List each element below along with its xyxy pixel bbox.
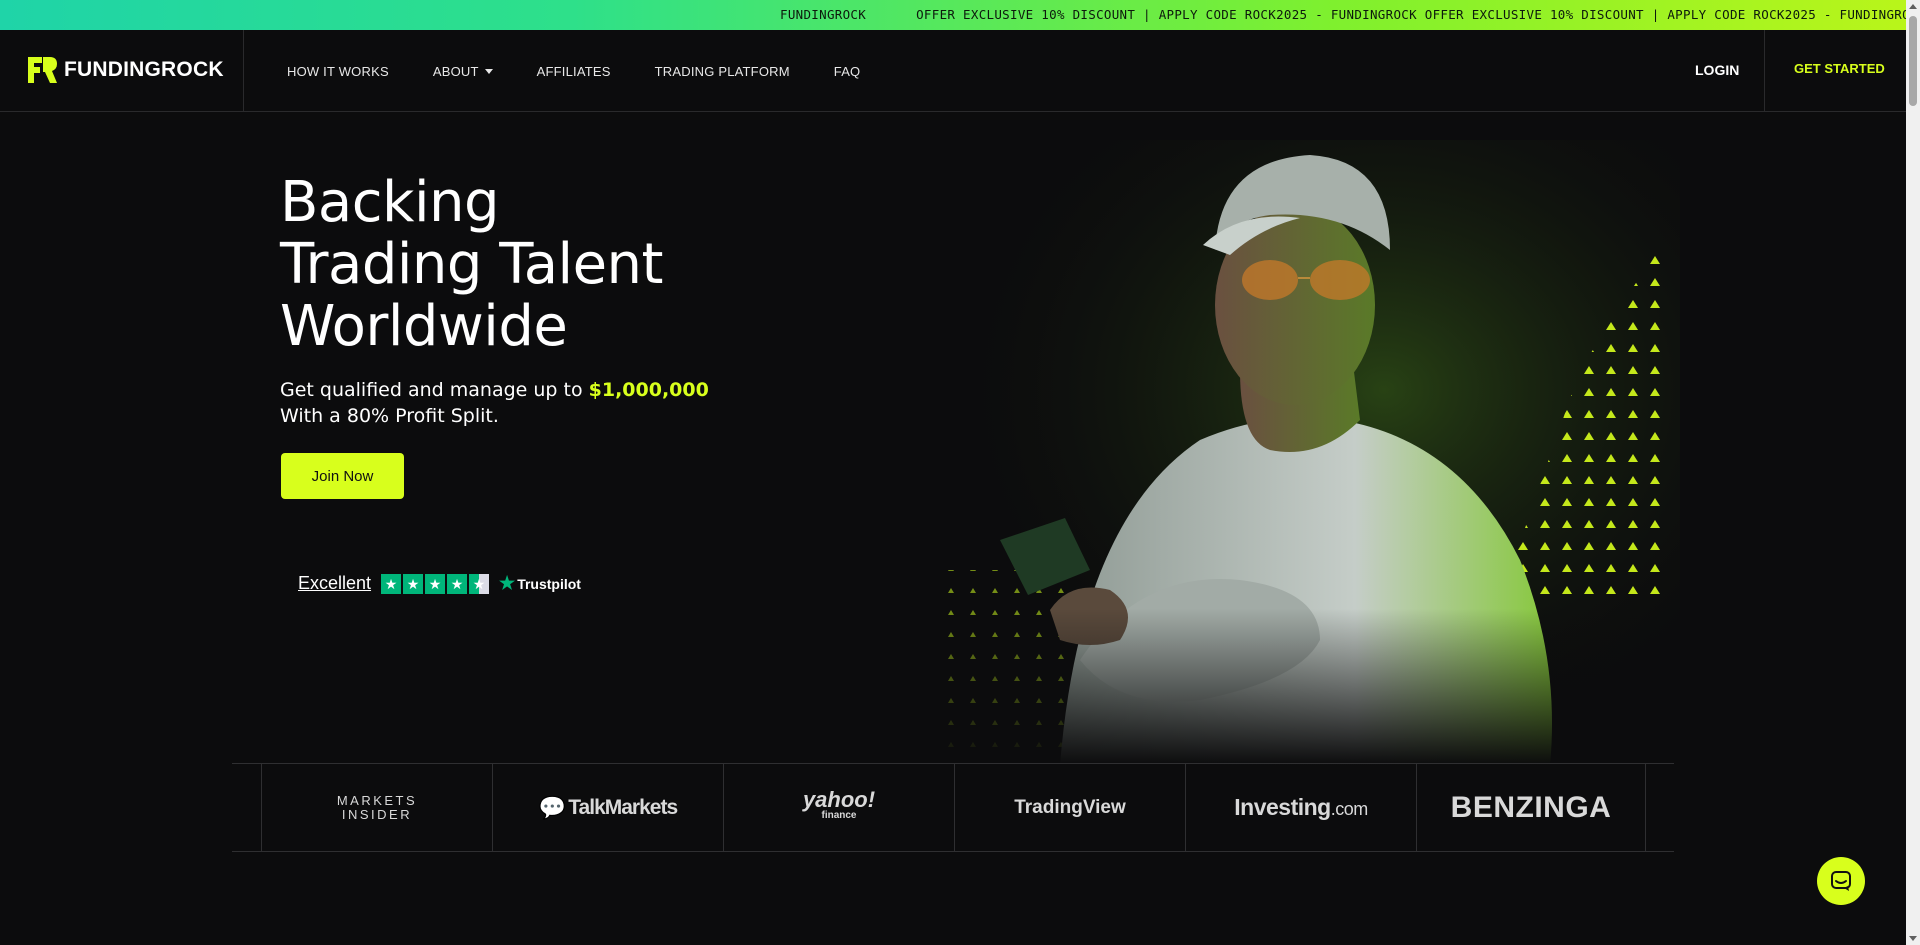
promo-bar[interactable]: FUNDINGROCK OFFER EXCLUSIVE 10% DISCOUNT …	[0, 0, 1906, 30]
press-talkmarkets: 💬 TalkMarkets	[492, 764, 723, 851]
nav-trading-platform[interactable]: TRADING PLATFORM	[655, 64, 790, 79]
star-icon: ★	[447, 573, 468, 594]
brand-name: FUNDINGROCK	[64, 58, 224, 81]
scroll-up-arrow-icon[interactable]	[1909, 4, 1917, 9]
star-icon: ★	[425, 573, 446, 594]
nav-label: HOW IT WORKS	[287, 63, 389, 79]
trustpilot-widget[interactable]: Excellent ★ ★ ★ ★ ★ ★ Trustpilot	[298, 573, 581, 594]
scroll-down-arrow-icon[interactable]	[1909, 936, 1917, 941]
press-markets-insider: MARKETS INSIDER	[261, 764, 492, 851]
trustpilot-logo: ★ Trustpilot	[499, 573, 581, 594]
fundingrock-logo-icon	[28, 57, 57, 83]
nav-affiliates[interactable]: AFFILIATES	[537, 64, 611, 79]
promo-item: OFFER EXCLUSIVE 10% DISCOUNT | APPLY COD…	[916, 7, 1906, 22]
page: FUNDINGROCK OFFER EXCLUSIVE 10% DISCOUNT …	[0, 0, 1920, 945]
star-icon: ★	[403, 573, 424, 594]
hero-sub-line2: With a 80% Profit Split.	[280, 405, 499, 427]
press-tradingview: TradingView	[954, 764, 1185, 851]
logo-text: MARKETS	[336, 792, 418, 808]
main-nav: HOW IT WORKS ABOUT AFFILIATES TRADING PL…	[287, 30, 904, 112]
press-benzinga: BENZINGA	[1416, 764, 1646, 851]
header-divider	[243, 30, 244, 112]
trustpilot-brand: Trustpilot	[517, 575, 581, 592]
scroll-thumb[interactable]	[1909, 16, 1917, 106]
hero-title-line: Worldwide	[280, 294, 568, 359]
join-now-button[interactable]: Join Now	[281, 453, 404, 499]
hero-subtitle: Get qualified and manage up to $1,000,00…	[280, 377, 709, 429]
markets-insider-logo: MARKETS INSIDER	[336, 792, 418, 822]
chat-launcher-button[interactable]	[1817, 857, 1865, 905]
trustpilot-rating-text: Excellent	[298, 573, 372, 593]
talkmarkets-chat-icon: 💬	[538, 794, 567, 820]
hero-person-image	[940, 140, 1680, 765]
tradingview-logo: TradingView	[1014, 796, 1126, 818]
trustpilot-star-icon: ★	[499, 573, 516, 593]
logo-suffix: .com	[1330, 799, 1369, 819]
promo-marquee: FUNDINGROCK OFFER EXCLUSIVE 10% DISCOUNT …	[780, 0, 1906, 30]
nav-label: ABOUT	[432, 63, 479, 79]
hero-title-line: Backing	[280, 170, 500, 235]
get-started-link[interactable]: GET STARTED	[1794, 61, 1885, 76]
star-half-icon: ★	[469, 573, 490, 594]
page-scrollbar[interactable]	[1906, 0, 1920, 945]
logo-text: INSIDER	[341, 806, 413, 822]
chat-bubble-icon	[1831, 871, 1851, 891]
logo-text: Investing	[1234, 794, 1331, 820]
yahoo-finance-logo: yahoo! finance	[803, 788, 875, 824]
press-investing: Investing.com	[1185, 764, 1416, 851]
promo-item: FUNDINGROCK	[780, 7, 867, 22]
hero-title-line: Trading Talent	[280, 232, 663, 297]
benzinga-logo: BENZINGA	[1450, 790, 1612, 824]
nav-faq[interactable]: FAQ	[834, 64, 861, 79]
login-link[interactable]: LOGIN	[1695, 62, 1739, 78]
header-divider	[1764, 30, 1765, 112]
site-header: FUNDINGROCK HOW IT WORKS ABOUT AFFILIATE…	[0, 30, 1906, 112]
hero-sub-prefix: Get qualified and manage up to	[280, 379, 589, 401]
trustpilot-stars: ★ ★ ★ ★ ★	[381, 573, 490, 594]
press-yahoo-finance: yahoo! finance	[723, 764, 954, 851]
nav-label: FAQ	[833, 63, 861, 79]
investing-logo: Investing.com	[1234, 794, 1369, 821]
brand-logo[interactable]: FUNDINGROCK	[28, 57, 224, 83]
nav-about[interactable]: ABOUT	[433, 64, 493, 79]
nav-label: TRADING PLATFORM	[654, 63, 790, 79]
press-logos-strip: MARKETS INSIDER 💬 TalkMarkets yahoo! fin…	[232, 763, 1674, 852]
star-icon: ★	[381, 573, 402, 594]
nav-how-it-works[interactable]: HOW IT WORKS	[287, 64, 389, 79]
chevron-down-icon	[484, 68, 493, 74]
talkmarkets-logo: TalkMarkets	[568, 795, 678, 819]
nav-label: AFFILIATES	[536, 63, 611, 79]
hero-title: Backing Trading Talent Worldwide	[280, 172, 663, 358]
hero-amount: $1,000,000	[588, 379, 709, 401]
